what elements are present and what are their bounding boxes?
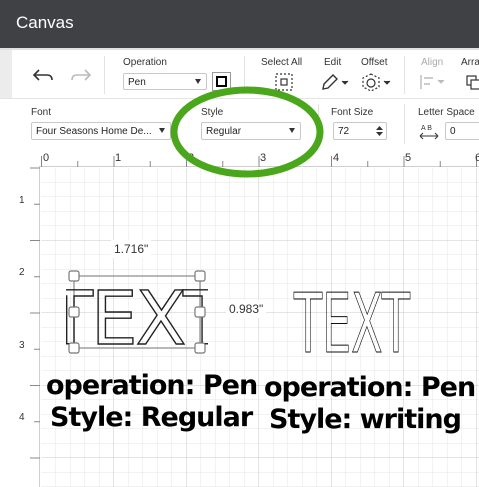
align-icon[interactable] xyxy=(419,73,447,91)
resize-handle[interactable] xyxy=(68,306,80,318)
arrange-label: Arra xyxy=(461,57,479,68)
resize-handle[interactable] xyxy=(68,270,80,282)
stepper-arrows-icon[interactable] xyxy=(376,125,383,137)
ruler-left-3: 3 xyxy=(19,340,25,351)
font-value: Four Seasons Home De... xyxy=(36,126,152,137)
highlight-circle xyxy=(170,86,324,178)
separator xyxy=(404,104,405,144)
resize-handle[interactable] xyxy=(194,306,206,318)
operation-label: Operation xyxy=(123,57,167,68)
ruler-top-6: 6 xyxy=(475,152,479,164)
right-caption-operation: operation: Pen xyxy=(264,372,476,403)
letter-space-value: 0 xyxy=(450,126,456,137)
text-object-outline: TEXT xyxy=(66,276,208,358)
operation-value: Pen xyxy=(128,77,146,88)
resize-handle[interactable] xyxy=(194,270,206,282)
ruler-left-2: 2 xyxy=(19,267,25,278)
ruler-top-0: 0 xyxy=(43,152,50,164)
redo-icon[interactable] xyxy=(70,66,92,84)
align-label: Align xyxy=(421,57,444,68)
right-caption-style: Style: writing xyxy=(269,404,462,435)
svg-text:A B: A B xyxy=(421,125,432,132)
chevron-down-icon xyxy=(159,128,165,133)
font-size-stepper[interactable]: 72 xyxy=(333,122,387,140)
offset-label: Offset xyxy=(361,57,388,68)
writing-text-object[interactable]: TEXT xyxy=(292,276,416,357)
left-caption-operation: operation: Pen xyxy=(46,370,258,401)
writing-text: TEXT xyxy=(293,277,410,356)
undo-icon[interactable] xyxy=(32,66,54,84)
letter-space-icon: A B xyxy=(419,125,439,140)
select-all-label: Select All xyxy=(261,57,303,68)
font-select[interactable]: Four Seasons Home De... xyxy=(31,122,171,140)
font-label: Font xyxy=(31,107,52,118)
letter-space-input[interactable]: 0 xyxy=(445,122,479,140)
resize-handle[interactable] xyxy=(68,342,80,354)
left-caption-style: Style: Regular xyxy=(50,402,253,433)
resize-handle[interactable] xyxy=(194,342,206,354)
app-title: Canvas xyxy=(16,13,74,32)
edit-label: Edit xyxy=(324,57,342,68)
left-edge-panel xyxy=(0,50,12,98)
ruler-top-4: 4 xyxy=(333,152,340,164)
selected-text-object[interactable]: TEXT xyxy=(66,268,208,358)
font-size-label: Font Size xyxy=(331,107,374,118)
height-dimension: 0.983" xyxy=(226,300,267,318)
left-ruler-ticks xyxy=(30,167,40,459)
font-size-value: 72 xyxy=(338,126,350,137)
ruler-top-5: 5 xyxy=(405,152,412,164)
separator xyxy=(104,56,105,94)
width-dimension: 1.716" xyxy=(111,240,152,258)
arrange-icon[interactable] xyxy=(465,73,479,91)
ruler-top-1: 1 xyxy=(115,152,122,164)
separator xyxy=(404,56,405,94)
ruler-left-1: 1 xyxy=(19,195,25,206)
offset-icon[interactable] xyxy=(360,72,392,94)
letter-space-label: Letter Space xyxy=(418,107,475,118)
ruler-left-4: 4 xyxy=(19,412,25,423)
